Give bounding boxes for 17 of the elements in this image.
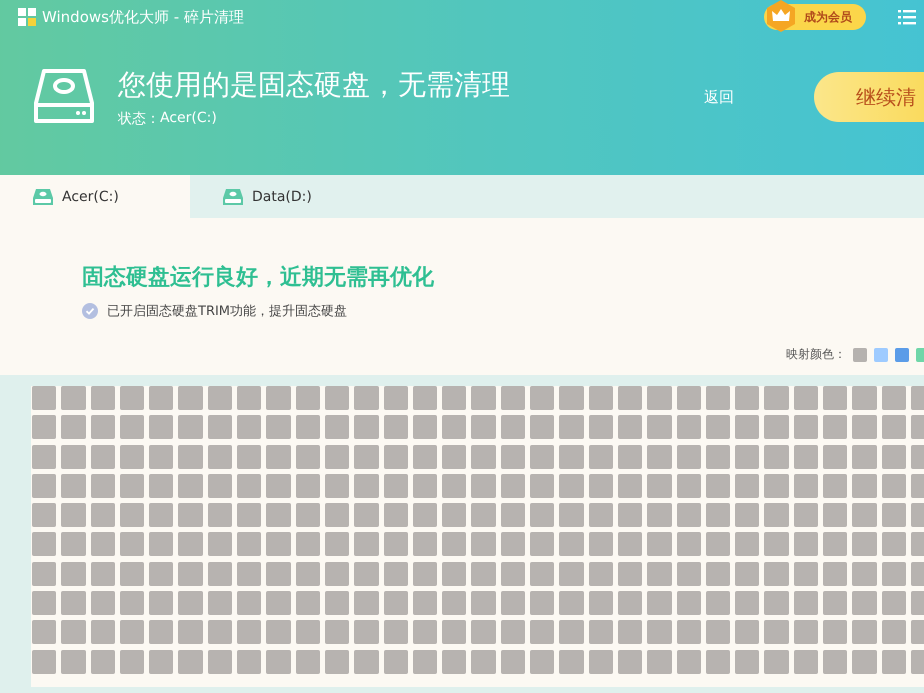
continue-button[interactable]: 继续清 bbox=[814, 72, 924, 122]
back-link[interactable]: 返回 bbox=[704, 88, 734, 106]
header-title: 您使用的是固态硬盘，无需清理 bbox=[118, 67, 510, 103]
status-label: 状态： bbox=[118, 110, 160, 128]
crown-icon bbox=[764, 0, 798, 33]
menu-icon[interactable] bbox=[898, 9, 916, 25]
app-logo-icon bbox=[18, 8, 36, 26]
drive-icon bbox=[222, 188, 244, 206]
window-title: Windows优化大师 - 碎片清理 bbox=[42, 8, 244, 26]
drive-icon bbox=[32, 188, 54, 206]
status-value: Acer(C:) bbox=[160, 110, 217, 128]
drive-tab[interactable]: Acer(C:) bbox=[0, 175, 190, 218]
legend-label: 映射颜色： bbox=[786, 346, 846, 363]
drive-tab[interactable]: Data(D:) bbox=[190, 175, 380, 218]
result-headline: 固态硬盘运行良好，近期无需再优化 bbox=[82, 264, 435, 292]
trim-note: 已开启固态硬盘TRIM功能，提升固态硬盘 bbox=[107, 303, 348, 320]
check-badge-icon bbox=[82, 303, 98, 319]
